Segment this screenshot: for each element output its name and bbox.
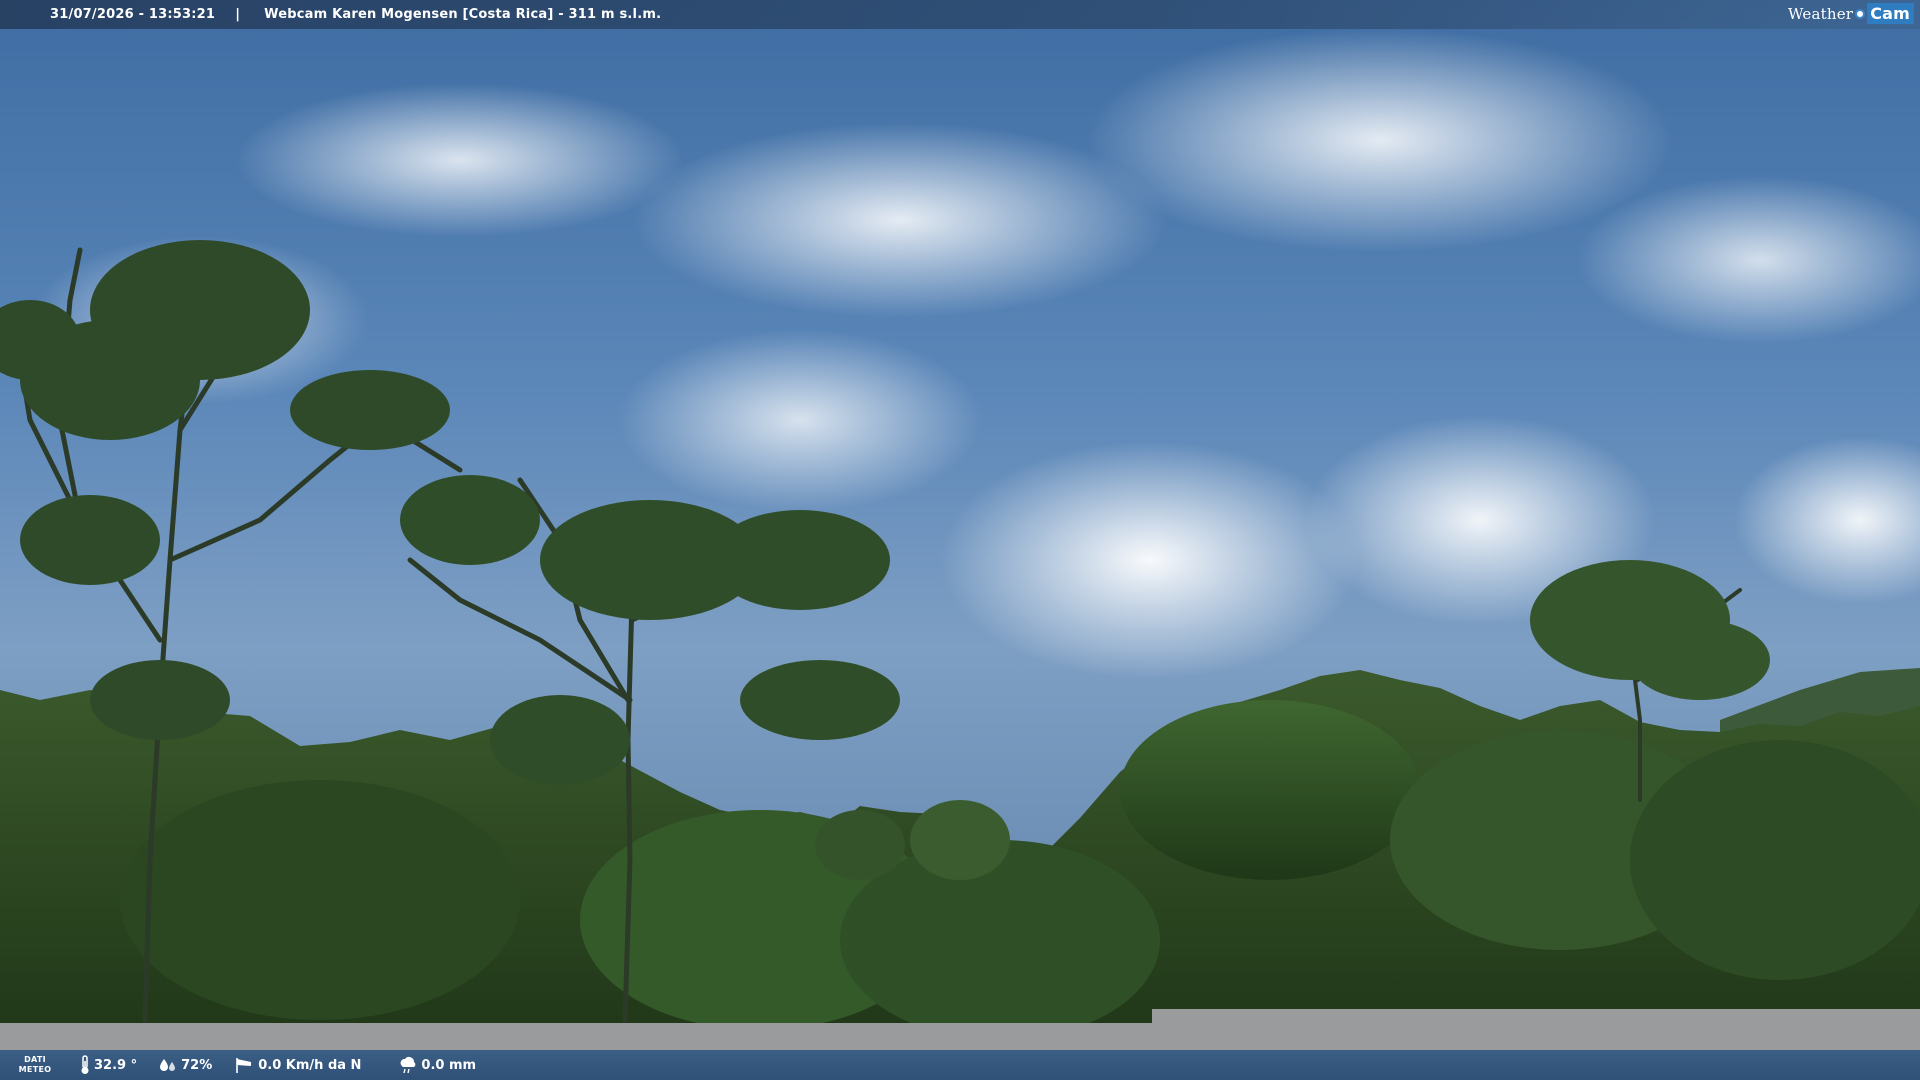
rain-value: 0.0 mm (421, 1057, 477, 1073)
wind-reading: 0.0 Km/h da N (234, 1056, 361, 1074)
label-line-2: METEO (18, 1065, 52, 1074)
thermometer-icon (81, 1055, 89, 1074)
webcam-image (0, 0, 1920, 1080)
dati-meteo-label: DATI METEO (0, 1055, 70, 1075)
grey-strip-right (1152, 1009, 1920, 1050)
title-separator: | (235, 7, 241, 22)
weather-data-bar: DATI METEO 32.9 ° 72% 0.0 Km/h da N 0.0 … (0, 1050, 1920, 1080)
wind-sock-icon (236, 1058, 252, 1073)
label-line-1: DATI (24, 1055, 46, 1064)
temperature-value: 32.9 ° (94, 1057, 138, 1073)
rain-cloud-icon (401, 1057, 416, 1074)
webcam-title: Webcam Karen Mogensen [Costa Rica] - 311… (264, 7, 662, 22)
brand-weather: Weather (1788, 4, 1854, 23)
brand-cam: Cam (1867, 3, 1914, 24)
humidity-drops-icon (160, 1059, 176, 1071)
wind-value: 0.0 Km/h da N (258, 1057, 362, 1073)
grey-strip-left (0, 1023, 1152, 1050)
humidity-value: 72% (181, 1057, 213, 1073)
humidity-reading: 72% (159, 1057, 212, 1073)
timestamp: 31/07/2026 - 13:53:21 (50, 7, 216, 22)
rain-reading: 0.0 mm (399, 1056, 476, 1074)
temperature-reading: 32.9 ° (80, 1055, 137, 1075)
weathercam-logo: Weather Cam (1788, 3, 1914, 24)
top-info-bar: 31/07/2026 - 13:53:21 | Webcam Karen Mog… (0, 0, 1920, 29)
vegetation-silhouette (0, 240, 1920, 1080)
brand-dot-icon (1855, 8, 1866, 19)
webcam-frame: 31/07/2026 - 13:53:21 | Webcam Karen Mog… (0, 0, 1920, 1080)
